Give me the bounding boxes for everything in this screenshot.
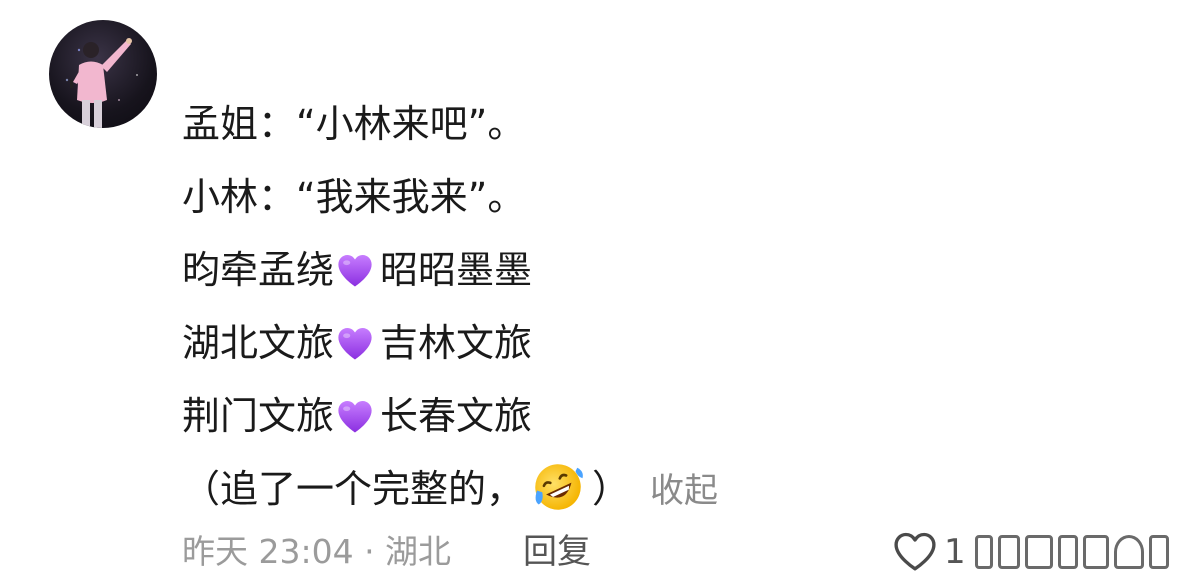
placeholder-glyph-icon: [1025, 535, 1053, 569]
comment-line: 荆门文旅 长春文旅: [182, 380, 1082, 453]
placeholder-glyph-icon: [1058, 535, 1078, 569]
avatar[interactable]: [49, 20, 157, 128]
avatar-image: [65, 38, 138, 128]
line-right-text: 昭昭墨墨: [380, 248, 533, 292]
purple-heart-icon: [338, 400, 372, 433]
placeholder-glyph-icon: [975, 535, 993, 569]
comment-line: 小林：“我来我来”。: [182, 175, 526, 219]
heart-outline-icon: [894, 532, 936, 571]
comment-meta: 昨天 23:04 · 湖北: [182, 532, 452, 571]
line-text-suffix: ）: [592, 467, 631, 511]
laughing-emoji-icon: [535, 464, 583, 510]
comment-line: 湖北文旅 吉林文旅: [182, 307, 1082, 380]
purple-heart-icon: [338, 254, 372, 287]
line-right-text: 吉林文旅: [380, 321, 533, 365]
line-text: （追了一个完整的，: [182, 467, 525, 511]
comment-line-last: （追了一个完整的， ） 收起: [182, 453, 1082, 526]
line-left-text: 昀牵孟绕: [182, 248, 335, 292]
reply-button[interactable]: 回复: [523, 527, 591, 577]
line-right-text: 长春文旅: [380, 394, 533, 438]
line-left-text: 湖北文旅: [182, 321, 335, 365]
placeholder-glyph-icon: [1083, 535, 1109, 569]
comment-body: 孟姐：“小林来吧”。 小林：“我来我来”。 昀牵孟绕 昭昭墨墨 湖北文旅 吉林文旅 …: [182, 88, 1082, 526]
placeholder-glyph-icon: [1114, 535, 1144, 569]
comment-line: 昀牵孟绕 昭昭墨墨: [182, 234, 1082, 307]
collapse-button[interactable]: 收起: [650, 471, 718, 511]
placeholder-glyph-icon: [1149, 535, 1169, 569]
share-icon-group[interactable]: [975, 533, 1174, 571]
like-count: 1: [944, 532, 966, 572]
purple-heart-icon: [338, 327, 372, 360]
like-button[interactable]: 1: [892, 527, 966, 577]
comment-line: 孟姐：“小林来吧”。: [182, 102, 526, 146]
line-left-text: 荆门文旅: [182, 394, 335, 438]
placeholder-glyph-icon: [998, 535, 1020, 569]
